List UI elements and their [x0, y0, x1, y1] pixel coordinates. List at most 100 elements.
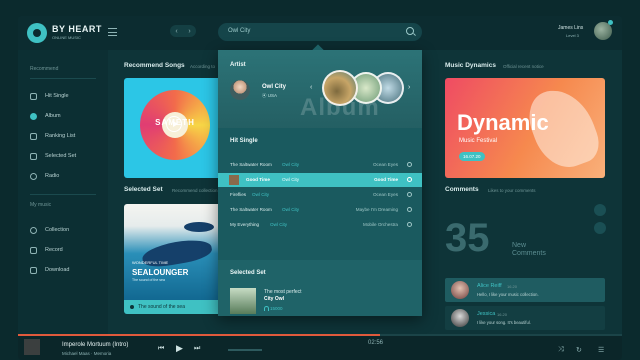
search-icon[interactable] — [406, 27, 414, 35]
dynamics-card-title: Dynamic — [457, 110, 549, 135]
dot-icon — [130, 305, 134, 309]
card-footer-label: The sound of the sea — [138, 304, 185, 310]
hit-artist[interactable]: Owl City — [282, 207, 299, 212]
hit-row[interactable]: The Saltwater Room Owl City Ocean Eyes — [218, 158, 422, 172]
back-arrow-icon[interactable]: ‹ — [175, 28, 177, 35]
new-comments-label: New Comments — [512, 242, 546, 258]
music-dynamics-subtitle: Official recent notice — [503, 64, 544, 69]
recommend-song-card[interactable]: SAMETH — [124, 78, 224, 178]
sidebar-item-selected-set[interactable]: Selected Set — [30, 150, 76, 162]
more-icon[interactable] — [407, 222, 412, 227]
new-comments-label-line1: New — [512, 242, 527, 249]
playlist-icon[interactable]: ☰ — [598, 346, 604, 354]
next-icon[interactable]: ⏭ — [194, 345, 200, 353]
player-bar: Imperole Mortuum (Intro) Michael Maas · … — [18, 334, 622, 360]
more-icon[interactable] — [407, 162, 412, 167]
now-playing-artist: Michael Maas · Memoria — [62, 351, 112, 356]
sidebar-item-hit-single[interactable]: Hit Single — [30, 90, 69, 102]
recommend-songs-subtitle: According to — [190, 64, 216, 69]
chevron-right-icon[interactable]: › — [408, 84, 410, 91]
hit-row[interactable]: The Saltwater Room Owl City Maybe I'm Dr… — [218, 203, 422, 217]
selected-set-heading: Selected Set — [230, 270, 266, 276]
forward-arrow-icon[interactable]: › — [188, 28, 190, 35]
artist-country: ⦿ USA — [262, 93, 277, 99]
hit-artist[interactable]: Owl City — [282, 177, 299, 182]
hit-row[interactable]: Fireflies Owl City Ocean Eyes — [218, 188, 422, 202]
sidebar-item-label: Collection — [45, 227, 70, 233]
artist-country-label: USA — [267, 93, 278, 98]
comment-author[interactable]: Alice Reiff — [477, 283, 502, 289]
music-note-icon — [30, 92, 37, 100]
chevron-left-icon[interactable]: ‹ — [310, 84, 312, 91]
comment-time: 16.20 — [497, 312, 508, 317]
playback-time: 02:56 — [368, 340, 384, 346]
now-playing-cover[interactable] — [24, 339, 40, 355]
selected-set-card[interactable]: WONDERFUL TIME SEALOUNGER The sound of t… — [124, 204, 224, 314]
new-comments-label-line2: Comments — [512, 250, 546, 257]
sidebar-item-radio[interactable]: Radio — [30, 170, 59, 182]
record-icon — [30, 246, 37, 254]
artist-avatar[interactable] — [230, 80, 250, 100]
music-dynamics-card[interactable]: Dynamic Music Festival 16.07.20 — [445, 78, 605, 178]
hit-artist[interactable]: Owl City — [282, 162, 299, 167]
app-window: BY HEART ONLINE MUSIC ‹ › Owl City James… — [18, 16, 622, 360]
play-icon[interactable]: ▶ — [176, 343, 183, 354]
headphones-icon — [264, 306, 269, 311]
sidebar-item-label: Record — [45, 247, 63, 253]
search-value: Owl City — [228, 28, 251, 34]
manta-ray-image — [184, 222, 214, 232]
artist-heading: Artist — [230, 62, 246, 68]
user-level: Level 3 — [566, 33, 579, 38]
previous-icon[interactable]: ⏮ — [158, 345, 164, 353]
disc-icon — [30, 112, 37, 120]
sidebar-item-record[interactable]: Record — [30, 244, 63, 256]
set-title-2[interactable]: City Owl — [264, 296, 284, 302]
more-icon[interactable] — [407, 192, 412, 197]
app-title: BY HEART — [52, 24, 102, 34]
hit-artist[interactable]: Owl City — [252, 192, 269, 197]
song-thumbnail — [229, 175, 239, 185]
card-kicker: WONDERFUL TIME — [132, 260, 169, 265]
selected-set-section: Selected Set The most perfect City Owl 1… — [218, 260, 422, 316]
hit-song-title: The Saltwater Room — [230, 162, 272, 167]
progress-fill — [18, 334, 381, 336]
hit-row-active[interactable]: Good Time Owl City Good Time — [218, 173, 422, 187]
user-name[interactable]: James Lins — [558, 25, 583, 31]
comment-item[interactable]: Jessica 16.20 I like your song. It's bea… — [445, 306, 605, 330]
play-icon[interactable] — [166, 116, 182, 132]
share-icon[interactable] — [594, 222, 606, 234]
search-input[interactable]: Owl City — [218, 23, 422, 41]
set-cover[interactable] — [230, 288, 256, 314]
volume-slider[interactable] — [228, 349, 262, 351]
set-title[interactable]: The most perfect — [264, 289, 302, 295]
sidebar-heading-my-music: My music — [30, 202, 52, 208]
comment-item[interactable]: Alice Reiff 16.20 Hello, I like your mus… — [445, 278, 605, 302]
artist-name[interactable]: Owl City — [262, 84, 286, 90]
progress-track[interactable] — [18, 334, 622, 336]
date-badge: 16.07.20 — [459, 152, 485, 161]
comment-author[interactable]: Jessica — [477, 311, 495, 317]
history-nav[interactable]: ‹ › — [170, 25, 196, 37]
notification-badge — [608, 20, 613, 25]
new-comments-count: 35 — [445, 216, 490, 260]
hit-row[interactable]: My Everything Owl City Mobile Orchestra — [218, 218, 422, 232]
search-results-dropdown: Artist Owl City ⦿ USA Album ‹ › Hit Sing… — [218, 44, 422, 316]
app-subtitle: ONLINE MUSIC — [52, 35, 81, 40]
shuffle-icon[interactable]: ⤨ — [558, 346, 564, 354]
sidebar-item-collection[interactable]: Collection — [30, 224, 69, 236]
hit-song-title: The Saltwater Room — [230, 207, 272, 212]
set-play-count: 15000 — [270, 306, 283, 311]
chat-icon[interactable] — [594, 204, 606, 216]
repeat-icon[interactable]: ↻ — [576, 346, 582, 354]
more-icon[interactable] — [407, 207, 412, 212]
hit-song-title: My Everything — [230, 222, 260, 227]
sidebar-item-album[interactable]: Album — [30, 110, 61, 122]
sidebar-item-ranking-list[interactable]: Ranking List — [30, 130, 75, 142]
hit-album: Good Time — [374, 177, 398, 182]
music-dynamics-title: Music Dynamics — [445, 62, 496, 69]
hit-artist[interactable]: Owl City — [270, 222, 287, 227]
album-cover[interactable] — [322, 70, 358, 106]
menu-icon[interactable] — [108, 28, 117, 36]
sidebar-item-download[interactable]: Download — [30, 264, 69, 276]
more-icon[interactable] — [407, 177, 412, 182]
